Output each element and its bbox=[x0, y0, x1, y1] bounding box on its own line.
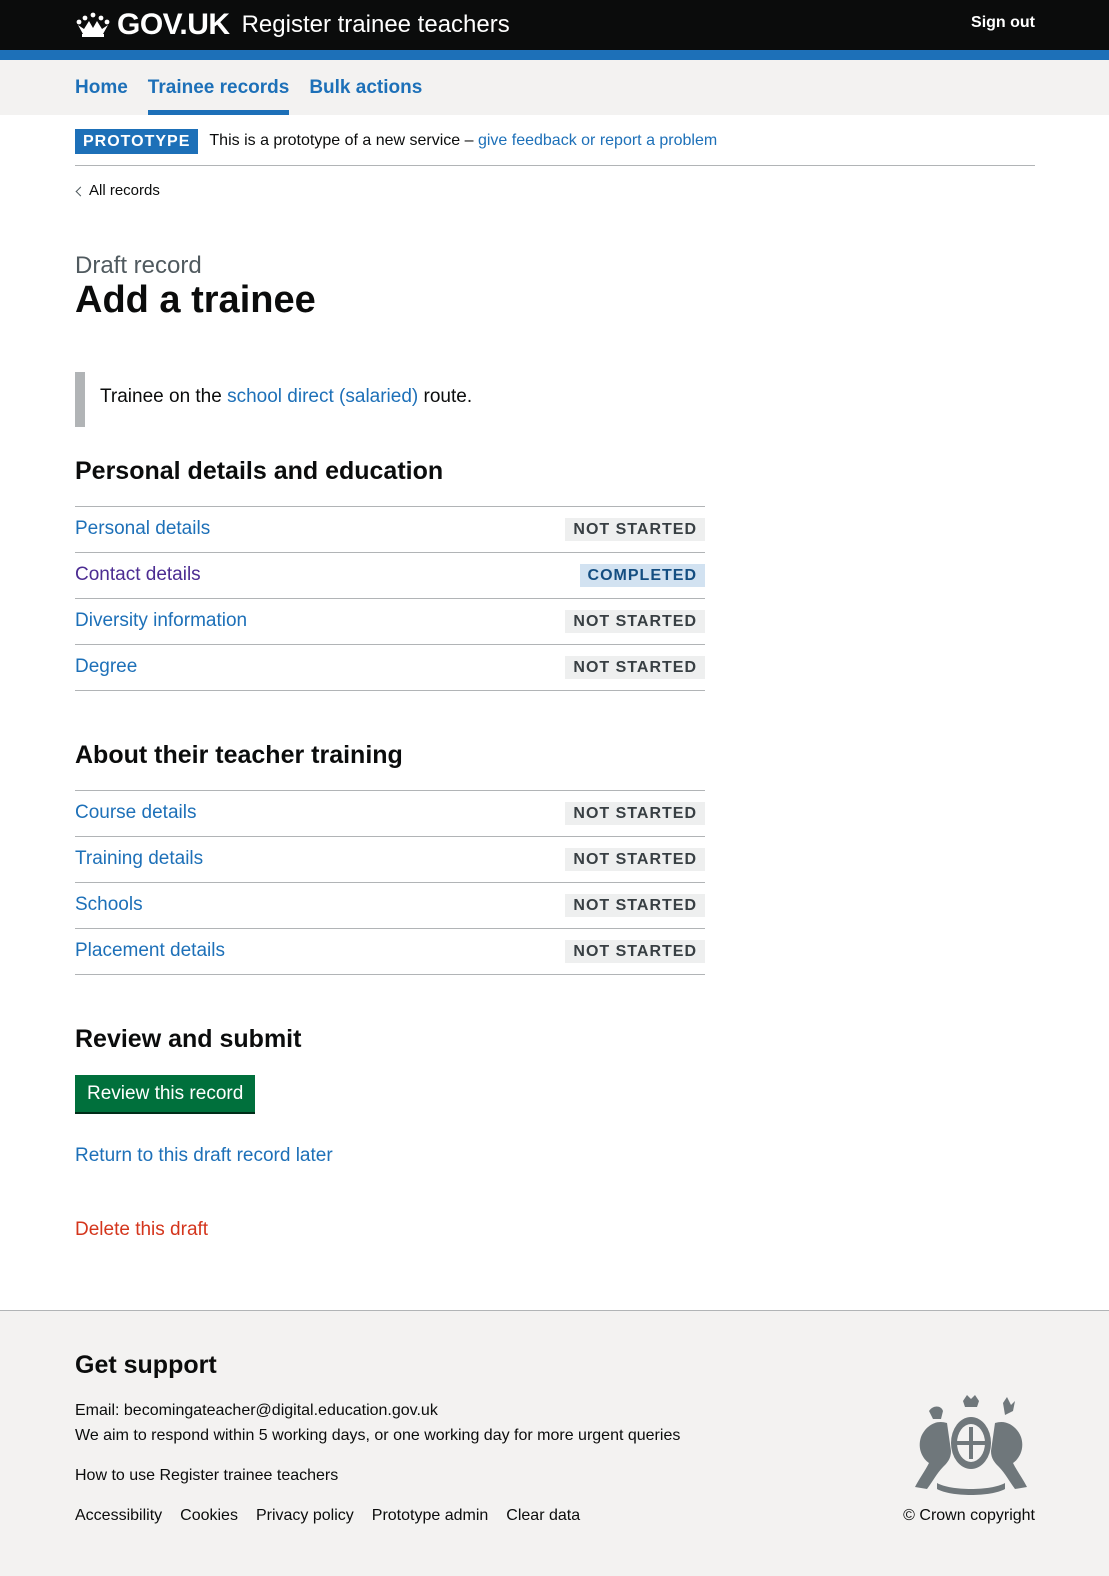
footer-link-clear-data[interactable]: Clear data bbox=[506, 1507, 580, 1525]
sign-out-link[interactable]: Sign out bbox=[971, 14, 1035, 32]
inset-text-before: Trainee on the bbox=[100, 385, 222, 407]
site-footer: Get support Email: becomingateacher@digi… bbox=[0, 1310, 1109, 1576]
support-email-link[interactable]: becomingateacher@digital.education.gov.u… bbox=[124, 1402, 438, 1419]
status-tag: NOT STARTED bbox=[565, 655, 705, 679]
task-item: Placement details NOT STARTED bbox=[75, 929, 705, 975]
feedback-link[interactable]: give feedback or report a problem bbox=[478, 132, 717, 149]
footer-link-accessibility[interactable]: Accessibility bbox=[75, 1507, 162, 1525]
task-item: Training details NOT STARTED bbox=[75, 837, 705, 883]
task-item: Course details NOT STARTED bbox=[75, 791, 705, 837]
task-link-personal-details[interactable]: Personal details bbox=[75, 518, 210, 540]
phase-banner: PROTOTYPE This is a prototype of a new s… bbox=[75, 115, 1035, 166]
task-link-placement-details[interactable]: Placement details bbox=[75, 940, 225, 962]
task-item: Schools NOT STARTED bbox=[75, 883, 705, 929]
response-time-text: We aim to respond within 5 working days,… bbox=[75, 1427, 681, 1444]
crown-copyright[interactable]: © Crown copyright bbox=[903, 1507, 1035, 1525]
status-tag: COMPLETED bbox=[579, 563, 705, 587]
task-link-course-details[interactable]: Course details bbox=[75, 802, 196, 824]
section-heading-review: Review and submit bbox=[75, 1024, 302, 1053]
return-later-link[interactable]: Return to this draft record later bbox=[75, 1145, 1035, 1167]
section-heading-personal: Personal details and education bbox=[75, 456, 444, 485]
route-inset-text: Trainee on the school direct (salaried) … bbox=[75, 371, 1035, 427]
task-item: Contact details COMPLETED bbox=[75, 553, 705, 599]
status-tag: NOT STARTED bbox=[565, 893, 705, 917]
status-tag: NOT STARTED bbox=[565, 939, 705, 963]
status-tag: NOT STARTED bbox=[565, 517, 705, 541]
how-to-use-link[interactable]: How to use Register trainee teachers bbox=[75, 1467, 338, 1485]
primary-navigation: Home Trainee records Bulk actions bbox=[0, 60, 1109, 115]
crown-icon bbox=[76, 12, 110, 37]
task-link-training-details[interactable]: Training details bbox=[75, 848, 203, 870]
header-accent-bar bbox=[0, 50, 1109, 60]
service-name[interactable]: Register trainee teachers bbox=[242, 11, 510, 39]
footer-heading: Get support bbox=[75, 1351, 217, 1379]
status-tag: NOT STARTED bbox=[565, 801, 705, 825]
email-label: Email: bbox=[75, 1402, 120, 1419]
footer-link-prototype-admin[interactable]: Prototype admin bbox=[372, 1507, 489, 1525]
phase-tag: PROTOTYPE bbox=[75, 128, 199, 154]
main-content: PROTOTYPE This is a prototype of a new s… bbox=[75, 115, 1035, 1241]
nav-item-bulk-actions[interactable]: Bulk actions bbox=[309, 60, 422, 115]
review-record-button[interactable]: Review this record bbox=[75, 1074, 256, 1112]
govuk-logo-text[interactable]: GOV.UK bbox=[117, 8, 230, 42]
page-caption: Draft record bbox=[75, 252, 202, 279]
task-link-schools[interactable]: Schools bbox=[75, 894, 143, 916]
section-heading-training: About their teacher training bbox=[75, 740, 403, 769]
task-list-personal: Personal details NOT STARTED Contact det… bbox=[75, 505, 705, 691]
royal-crest-icon bbox=[915, 1395, 1027, 1495]
nav-item-trainee-records[interactable]: Trainee records bbox=[147, 60, 290, 115]
task-link-diversity-information[interactable]: Diversity information bbox=[75, 610, 247, 632]
task-item: Personal details NOT STARTED bbox=[75, 507, 705, 553]
footer-links: Accessibility Cookies Privacy policy Pro… bbox=[75, 1507, 598, 1525]
delete-draft-link[interactable]: Delete this draft bbox=[75, 1219, 1035, 1241]
footer-link-privacy-policy[interactable]: Privacy policy bbox=[256, 1507, 354, 1525]
footer-email: Email: becomingateacher@digital.educatio… bbox=[75, 1402, 438, 1420]
nav-item-home[interactable]: Home bbox=[75, 60, 128, 115]
page-title: Add a trainee bbox=[75, 279, 316, 321]
phase-banner-message: This is a prototype of a new service – bbox=[209, 132, 474, 149]
route-link[interactable]: school direct (salaried) bbox=[227, 386, 418, 407]
task-link-contact-details[interactable]: Contact details bbox=[75, 564, 201, 586]
phase-banner-text: This is a prototype of a new service – g… bbox=[209, 132, 717, 150]
task-item: Diversity information NOT STARTED bbox=[75, 599, 705, 645]
status-tag: NOT STARTED bbox=[565, 609, 705, 633]
site-header: GOV.UK Register trainee teachers Sign ou… bbox=[0, 0, 1109, 50]
task-list-training: Course details NOT STARTED Training deta… bbox=[75, 789, 705, 975]
task-link-degree[interactable]: Degree bbox=[75, 656, 137, 678]
inset-text-after: route. bbox=[423, 385, 473, 407]
back-link-label: All records bbox=[89, 182, 160, 199]
back-link[interactable]: All records bbox=[75, 182, 160, 199]
task-item: Degree NOT STARTED bbox=[75, 645, 705, 691]
status-tag: NOT STARTED bbox=[565, 847, 705, 871]
footer-link-cookies[interactable]: Cookies bbox=[180, 1507, 238, 1525]
